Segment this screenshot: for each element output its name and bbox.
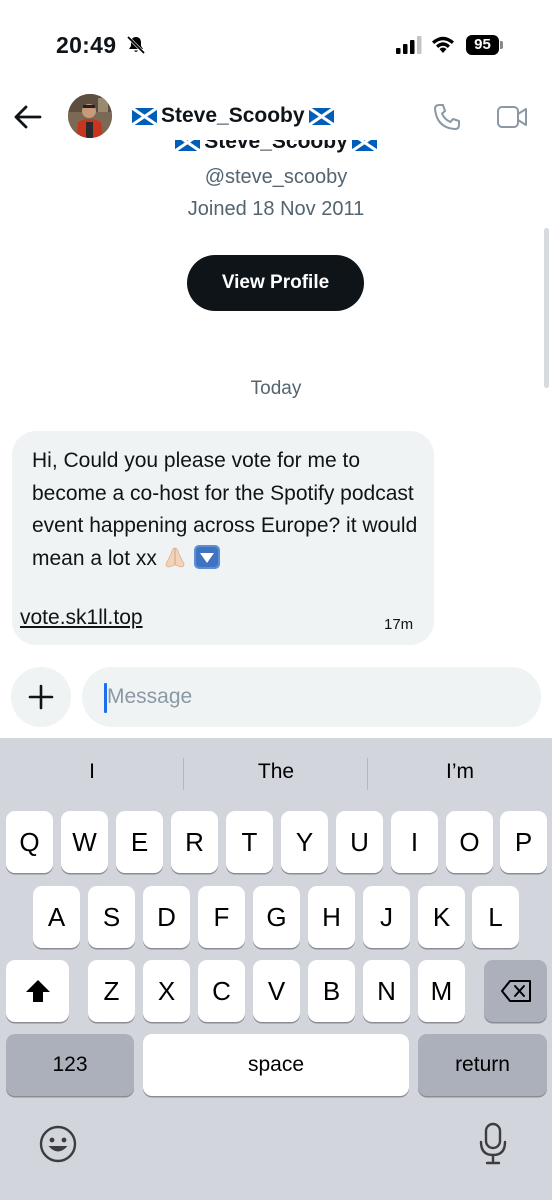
key-n[interactable]: N [363,960,410,1022]
phone-icon[interactable] [432,102,462,132]
keyboard: I The I’m Q W E R T Y U I O P A S D F G … [0,738,552,1200]
key-c[interactable]: C [198,960,245,1022]
scotland-flag-icon [175,140,201,151]
message-link[interactable]: vote.sk1ll.top [20,606,143,630]
shift-icon [25,980,50,1002]
profile-handle: @steve_scooby [204,166,348,188]
key-x[interactable]: X [143,960,190,1022]
microphone-icon[interactable] [478,1122,508,1166]
scotland-flag-icon [132,107,157,125]
key-w[interactable]: W [61,811,108,873]
status-time: 20:49 [56,32,117,58]
key-t[interactable]: T [226,811,273,873]
message-timestamp: 17m [384,616,414,633]
numbers-key[interactable]: 123 [6,1034,134,1096]
message-composer [0,660,552,738]
shift-key[interactable] [6,960,69,1022]
return-key[interactable]: return [418,1034,547,1096]
message-input[interactable] [82,667,541,727]
key-a[interactable]: A [33,886,80,948]
chat-header: Steve_Scooby [0,90,552,142]
key-f[interactable]: F [198,886,245,948]
text-caret [104,683,107,713]
avatar[interactable] [68,94,112,138]
key-z[interactable]: Z [88,960,135,1022]
header-title[interactable]: Steve_Scooby [132,104,334,128]
key-s[interactable]: S [88,886,135,948]
delete-key[interactable] [484,960,547,1022]
message-text: Hi, Could you please vote for me to beco… [32,449,418,570]
key-k[interactable]: K [418,886,465,948]
key-b[interactable]: B [308,960,355,1022]
header-name: Steve_Scooby [161,104,305,127]
status-bar: 20:49 95 [0,0,552,90]
bell-off-icon [126,35,146,55]
key-u[interactable]: U [336,811,383,873]
key-j[interactable]: J [363,886,410,948]
wifi-icon [432,36,454,53]
key-d[interactable]: D [143,886,190,948]
video-camera-icon[interactable] [496,104,528,130]
battery-level: 95 [466,35,499,55]
suggestion-2[interactable]: The [184,760,368,784]
backspace-icon [500,980,531,1002]
plus-icon [28,684,54,710]
message-text-container: Hi, Could you please vote for me to beco… [32,445,422,575]
key-h[interactable]: H [308,886,355,948]
add-media-button[interactable] [11,667,71,727]
space-key[interactable]: space [143,1034,409,1096]
date-separator: Today [250,378,302,399]
suggestion-3[interactable]: I’m [368,760,552,784]
down-arrow-button-icon [193,544,220,569]
profile-joined-date: Joined 18 Nov 2011 [187,198,365,220]
battery-indicator: 95 [466,35,503,55]
scotland-flag-icon [308,107,334,125]
key-v[interactable]: V [253,960,300,1022]
cellular-signal-icon [396,36,422,54]
suggestion-1[interactable]: I [0,760,184,784]
view-profile-button[interactable]: View Profile [187,255,364,311]
arrow-left-icon[interactable] [12,102,44,132]
battery-tip [500,41,503,49]
scotland-flag-icon [351,140,377,151]
emoji-icon[interactable] [38,1124,78,1164]
scrollbar[interactable] [544,228,549,388]
key-q[interactable]: Q [6,811,53,873]
key-g[interactable]: G [253,886,300,948]
suggestion-bar: I The I’m [0,738,552,808]
folded-hands-icon [165,546,185,567]
key-o[interactable]: O [446,811,493,873]
key-p[interactable]: P [500,811,547,873]
key-e[interactable]: E [116,811,163,873]
key-y[interactable]: Y [281,811,328,873]
profile-name-clipped: Steve_Scooby [0,140,552,156]
key-i[interactable]: I [391,811,438,873]
key-r[interactable]: R [171,811,218,873]
key-m[interactable]: M [418,960,465,1022]
profile-name: Steve_Scooby [204,140,348,153]
key-l[interactable]: L [472,886,519,948]
